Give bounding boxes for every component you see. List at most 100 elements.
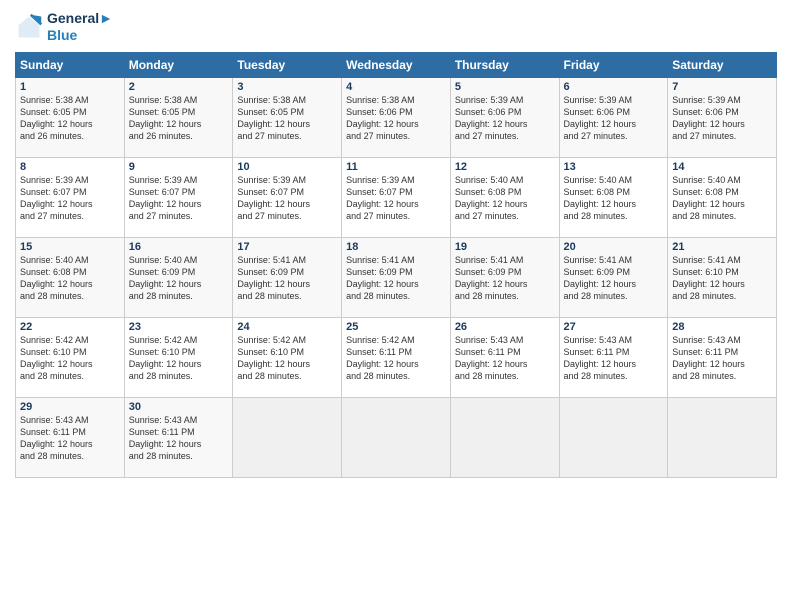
calendar-cell: 30 Sunrise: 5:43 AMSunset: 6:11 PMDaylig… <box>124 397 233 477</box>
week-row-5: 29 Sunrise: 5:43 AMSunset: 6:11 PMDaylig… <box>16 397 777 477</box>
day-number: 2 <box>129 81 229 93</box>
calendar-cell: 26 Sunrise: 5:43 AMSunset: 6:11 PMDaylig… <box>450 317 559 397</box>
week-row-2: 8 Sunrise: 5:39 AMSunset: 6:07 PMDayligh… <box>16 157 777 237</box>
day-info: Sunrise: 5:43 AMSunset: 6:11 PMDaylight:… <box>564 335 637 381</box>
day-info: Sunrise: 5:40 AMSunset: 6:08 PMDaylight:… <box>564 175 637 221</box>
day-number: 19 <box>455 241 555 253</box>
day-number: 27 <box>564 321 664 333</box>
week-row-4: 22 Sunrise: 5:42 AMSunset: 6:10 PMDaylig… <box>16 317 777 397</box>
day-info: Sunrise: 5:40 AMSunset: 6:09 PMDaylight:… <box>129 255 202 301</box>
day-number: 24 <box>237 321 337 333</box>
col-header-wednesday: Wednesday <box>342 52 451 77</box>
calendar-cell: 22 Sunrise: 5:42 AMSunset: 6:10 PMDaylig… <box>16 317 125 397</box>
calendar-cell: 13 Sunrise: 5:40 AMSunset: 6:08 PMDaylig… <box>559 157 668 237</box>
day-number: 6 <box>564 81 664 93</box>
day-number: 11 <box>346 161 446 173</box>
day-number: 14 <box>672 161 772 173</box>
day-number: 26 <box>455 321 555 333</box>
day-info: Sunrise: 5:43 AMSunset: 6:11 PMDaylight:… <box>672 335 745 381</box>
calendar-cell: 21 Sunrise: 5:41 AMSunset: 6:10 PMDaylig… <box>668 237 777 317</box>
logo: General► Blue <box>15 10 113 44</box>
calendar-cell: 10 Sunrise: 5:39 AMSunset: 6:07 PMDaylig… <box>233 157 342 237</box>
day-number: 20 <box>564 241 664 253</box>
page: General► Blue SundayMondayTuesdayWednesd… <box>0 0 792 612</box>
day-info: Sunrise: 5:39 AMSunset: 6:07 PMDaylight:… <box>237 175 310 221</box>
day-info: Sunrise: 5:39 AMSunset: 6:07 PMDaylight:… <box>346 175 419 221</box>
col-header-monday: Monday <box>124 52 233 77</box>
calendar-cell: 25 Sunrise: 5:42 AMSunset: 6:11 PMDaylig… <box>342 317 451 397</box>
calendar-cell <box>233 397 342 477</box>
day-number: 1 <box>20 81 120 93</box>
day-number: 21 <box>672 241 772 253</box>
calendar-header-row: SundayMondayTuesdayWednesdayThursdayFrid… <box>16 52 777 77</box>
calendar-cell <box>559 397 668 477</box>
day-number: 8 <box>20 161 120 173</box>
day-number: 22 <box>20 321 120 333</box>
day-info: Sunrise: 5:41 AMSunset: 6:09 PMDaylight:… <box>564 255 637 301</box>
calendar-cell: 17 Sunrise: 5:41 AMSunset: 6:09 PMDaylig… <box>233 237 342 317</box>
day-number: 16 <box>129 241 229 253</box>
calendar-cell <box>450 397 559 477</box>
day-info: Sunrise: 5:41 AMSunset: 6:09 PMDaylight:… <box>346 255 419 301</box>
col-header-friday: Friday <box>559 52 668 77</box>
calendar-cell: 28 Sunrise: 5:43 AMSunset: 6:11 PMDaylig… <box>668 317 777 397</box>
week-row-1: 1 Sunrise: 5:38 AMSunset: 6:05 PMDayligh… <box>16 77 777 157</box>
calendar-cell <box>668 397 777 477</box>
week-row-3: 15 Sunrise: 5:40 AMSunset: 6:08 PMDaylig… <box>16 237 777 317</box>
calendar-cell: 3 Sunrise: 5:38 AMSunset: 6:05 PMDayligh… <box>233 77 342 157</box>
calendar-cell: 24 Sunrise: 5:42 AMSunset: 6:10 PMDaylig… <box>233 317 342 397</box>
calendar-cell: 23 Sunrise: 5:42 AMSunset: 6:10 PMDaylig… <box>124 317 233 397</box>
calendar-cell: 8 Sunrise: 5:39 AMSunset: 6:07 PMDayligh… <box>16 157 125 237</box>
col-header-saturday: Saturday <box>668 52 777 77</box>
day-number: 7 <box>672 81 772 93</box>
day-info: Sunrise: 5:38 AMSunset: 6:06 PMDaylight:… <box>346 95 419 141</box>
col-header-sunday: Sunday <box>16 52 125 77</box>
day-info: Sunrise: 5:42 AMSunset: 6:11 PMDaylight:… <box>346 335 419 381</box>
col-header-thursday: Thursday <box>450 52 559 77</box>
day-info: Sunrise: 5:43 AMSunset: 6:11 PMDaylight:… <box>129 415 202 461</box>
calendar-cell: 18 Sunrise: 5:41 AMSunset: 6:09 PMDaylig… <box>342 237 451 317</box>
day-number: 4 <box>346 81 446 93</box>
day-info: Sunrise: 5:43 AMSunset: 6:11 PMDaylight:… <box>20 415 93 461</box>
day-number: 17 <box>237 241 337 253</box>
calendar-cell: 9 Sunrise: 5:39 AMSunset: 6:07 PMDayligh… <box>124 157 233 237</box>
calendar-table: SundayMondayTuesdayWednesdayThursdayFrid… <box>15 52 777 478</box>
day-info: Sunrise: 5:38 AMSunset: 6:05 PMDaylight:… <box>237 95 310 141</box>
day-info: Sunrise: 5:40 AMSunset: 6:08 PMDaylight:… <box>20 255 93 301</box>
day-info: Sunrise: 5:39 AMSunset: 6:07 PMDaylight:… <box>129 175 202 221</box>
day-info: Sunrise: 5:41 AMSunset: 6:10 PMDaylight:… <box>672 255 745 301</box>
day-number: 30 <box>129 401 229 413</box>
calendar-cell: 14 Sunrise: 5:40 AMSunset: 6:08 PMDaylig… <box>668 157 777 237</box>
day-number: 25 <box>346 321 446 333</box>
day-info: Sunrise: 5:40 AMSunset: 6:08 PMDaylight:… <box>455 175 528 221</box>
day-number: 28 <box>672 321 772 333</box>
calendar-cell: 6 Sunrise: 5:39 AMSunset: 6:06 PMDayligh… <box>559 77 668 157</box>
day-number: 29 <box>20 401 120 413</box>
calendar-cell: 1 Sunrise: 5:38 AMSunset: 6:05 PMDayligh… <box>16 77 125 157</box>
day-info: Sunrise: 5:39 AMSunset: 6:06 PMDaylight:… <box>455 95 528 141</box>
col-header-tuesday: Tuesday <box>233 52 342 77</box>
day-number: 9 <box>129 161 229 173</box>
calendar-body: 1 Sunrise: 5:38 AMSunset: 6:05 PMDayligh… <box>16 77 777 477</box>
calendar-cell: 7 Sunrise: 5:39 AMSunset: 6:06 PMDayligh… <box>668 77 777 157</box>
day-number: 23 <box>129 321 229 333</box>
calendar-cell: 16 Sunrise: 5:40 AMSunset: 6:09 PMDaylig… <box>124 237 233 317</box>
calendar-cell: 2 Sunrise: 5:38 AMSunset: 6:05 PMDayligh… <box>124 77 233 157</box>
day-info: Sunrise: 5:41 AMSunset: 6:09 PMDaylight:… <box>455 255 528 301</box>
day-number: 15 <box>20 241 120 253</box>
day-info: Sunrise: 5:40 AMSunset: 6:08 PMDaylight:… <box>672 175 745 221</box>
day-info: Sunrise: 5:43 AMSunset: 6:11 PMDaylight:… <box>455 335 528 381</box>
day-number: 3 <box>237 81 337 93</box>
day-number: 13 <box>564 161 664 173</box>
day-number: 12 <box>455 161 555 173</box>
calendar-cell: 19 Sunrise: 5:41 AMSunset: 6:09 PMDaylig… <box>450 237 559 317</box>
calendar-cell: 5 Sunrise: 5:39 AMSunset: 6:06 PMDayligh… <box>450 77 559 157</box>
header: General► Blue <box>15 10 777 44</box>
day-info: Sunrise: 5:42 AMSunset: 6:10 PMDaylight:… <box>129 335 202 381</box>
day-info: Sunrise: 5:42 AMSunset: 6:10 PMDaylight:… <box>20 335 93 381</box>
day-info: Sunrise: 5:38 AMSunset: 6:05 PMDaylight:… <box>129 95 202 141</box>
day-number: 10 <box>237 161 337 173</box>
logo-icon <box>15 13 43 41</box>
calendar-cell: 29 Sunrise: 5:43 AMSunset: 6:11 PMDaylig… <box>16 397 125 477</box>
calendar-cell: 20 Sunrise: 5:41 AMSunset: 6:09 PMDaylig… <box>559 237 668 317</box>
